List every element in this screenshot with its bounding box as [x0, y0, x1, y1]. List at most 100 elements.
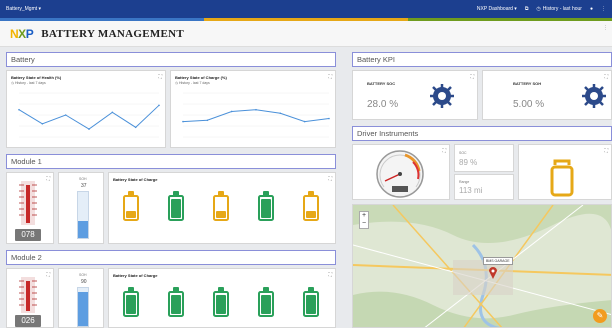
soh-value: 90: [81, 279, 87, 285]
soc-kpi-value: 28.0 %: [367, 99, 399, 110]
location-pin-icon[interactable]: [489, 267, 497, 279]
soc-data-point: [328, 117, 330, 120]
soh-data-point: [88, 128, 90, 130]
nxp-logo: NXP: [10, 26, 34, 41]
battery-body: [258, 195, 274, 221]
module2-temperature-panel: ⛶ 026: [6, 268, 54, 328]
battery-cell-icon: [303, 287, 319, 317]
soh-kpi-value: 5.00 %: [513, 99, 545, 110]
expand-icon[interactable]: ⛶: [442, 148, 446, 154]
soc-panel-title: Battery State of Charge: [113, 177, 158, 182]
soh-data-point: [18, 108, 20, 111]
battery-body: [168, 291, 184, 317]
section-battery-kpi: Battery KPI: [352, 52, 612, 67]
expand-icon[interactable]: ⛶: [46, 176, 50, 182]
top-bar: Battery_Mgmt ▾ NXP Dashboard ▾ ⧉ ◷ Histor…: [0, 0, 612, 18]
soh-data-point: [158, 104, 160, 107]
soc-kpi-label: BATTERY SOC: [367, 81, 396, 86]
soh-chart-panel: Battery State of Health (%) ◷ History - …: [6, 70, 166, 148]
soc-data-point: [303, 120, 306, 123]
battery-fill: [126, 211, 136, 218]
soh-label: SOH: [79, 273, 87, 277]
soh-chart-subtitle: ◷ History - last 7 days: [11, 81, 46, 85]
soh-series-line: [18, 104, 160, 130]
battery-cell-icon: [168, 191, 184, 221]
zoom-controls[interactable]: + −: [359, 211, 369, 229]
module1-temperature-panel: ⛶ 078: [6, 172, 54, 244]
battery-cell-icon: [123, 287, 139, 317]
user-icon[interactable]: ●: [590, 6, 593, 12]
expand-icon[interactable]: ⛶: [46, 272, 50, 278]
battery-body: [213, 195, 229, 221]
battery-fill: [216, 295, 226, 314]
soh-bar-track: [77, 287, 89, 327]
soh-label: SOH: [79, 177, 87, 181]
soh-kpi-label: BATTERY SOH: [513, 81, 542, 86]
battery-body: [123, 291, 139, 317]
section-module-1: Module 1: [6, 154, 336, 169]
soc-kpi-panel: BATTERY SOC 28.0 % ⛶: [352, 70, 478, 120]
range-label: Range: [459, 180, 470, 184]
share-icon[interactable]: ⧉: [525, 6, 529, 12]
app-title: BATTERY MANAGEMENT: [41, 27, 185, 40]
soh-bar-track: [77, 191, 89, 239]
battery-gear-icon: [582, 84, 606, 108]
battery-body: [123, 195, 139, 221]
menu-icon[interactable]: ⋮: [601, 6, 606, 12]
soh-data-point: [134, 126, 137, 129]
map-marker-label: BMS GARAGE: [483, 257, 513, 265]
expand-icon[interactable]: ⛶: [328, 74, 332, 80]
expand-icon[interactable]: ⛶: [158, 74, 162, 80]
speedometer-gauge: [376, 150, 424, 198]
history-selector[interactable]: ◷ History - last hour: [536, 6, 582, 12]
module2-soc-panel: Battery State of Charge ⛶: [108, 268, 336, 328]
expand-icon[interactable]: ⛶: [328, 176, 332, 182]
soh-data-point: [64, 114, 67, 116]
battery-cell-icon: [258, 287, 274, 317]
location-map[interactable]: + − BMS GARAGE ✎: [352, 204, 612, 328]
speedometer-panel: ⛶: [352, 144, 450, 200]
battery-fill: [306, 295, 316, 314]
battery-cell-icon: [258, 191, 274, 221]
battery-status-icon: [550, 159, 574, 197]
battery-body: [213, 291, 229, 317]
module1-soh-panel: SOH 37: [58, 172, 104, 244]
battery-cell-icon: [213, 191, 229, 221]
dashboard-dropdown[interactable]: NXP Dashboard ▾: [477, 6, 517, 12]
soc-chart-panel: Battery State of Charge (%) ◷ History - …: [170, 70, 336, 148]
soc-chart-title: Battery State of Charge (%): [175, 75, 227, 80]
edit-fab-button[interactable]: ✎: [593, 309, 607, 323]
soh-kpi-panel: BATTERY SOH 5.00 % ⛶: [482, 70, 612, 120]
soh-data-point: [41, 123, 44, 125]
battery-fill: [171, 295, 181, 314]
battery-body: [303, 291, 319, 317]
range-value: 113 mi: [459, 186, 483, 195]
battery-cell-icon: [213, 287, 229, 317]
battery-gear-icon: [430, 84, 454, 108]
expand-icon[interactable]: ⛶: [470, 74, 474, 80]
temperature-value: 078: [15, 229, 41, 241]
thermometer-icon: [19, 181, 37, 225]
version-dropdown[interactable]: Battery_Mgmt ▾: [6, 6, 469, 12]
expand-icon[interactable]: ⛶: [604, 148, 608, 154]
battery-fill: [261, 295, 271, 314]
soh-value: 37: [81, 183, 87, 189]
soh-bar-fill: [78, 220, 88, 238]
soh-line-chart: [18, 92, 160, 138]
battery-fill: [126, 295, 136, 314]
section-module-2: Module 2: [6, 250, 336, 265]
soc-line-chart: [182, 92, 330, 138]
expand-icon[interactable]: ⛶: [604, 74, 608, 80]
battery-fill: [171, 199, 181, 218]
expand-icon[interactable]: ⛶: [328, 272, 332, 278]
soc-data-point: [255, 108, 257, 111]
soc-data-point: [279, 112, 282, 115]
battery-status-panel: ⛶: [518, 144, 612, 200]
soc-panel-title: Battery State of Charge: [113, 273, 158, 278]
battery-body: [303, 195, 319, 221]
map-canvas[interactable]: [353, 205, 612, 328]
battery-cell-icon: [168, 287, 184, 317]
battery-cell-icon: [303, 191, 319, 221]
kebab-icon[interactable]: ⋮: [603, 25, 608, 31]
thermometer-icon: [19, 277, 37, 313]
